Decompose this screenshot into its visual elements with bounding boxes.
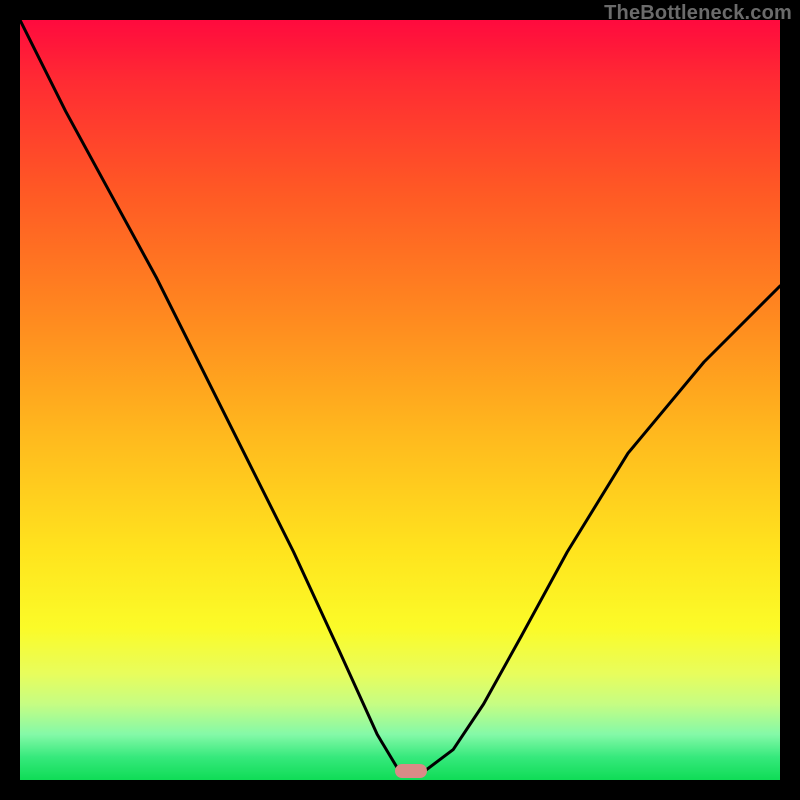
plot-area: [20, 20, 780, 780]
watermark-text: TheBottleneck.com: [604, 2, 792, 25]
bottleneck-curve: [20, 20, 780, 780]
bottleneck-marker: [395, 764, 427, 778]
chart-frame: TheBottleneck.com: [0, 0, 800, 800]
